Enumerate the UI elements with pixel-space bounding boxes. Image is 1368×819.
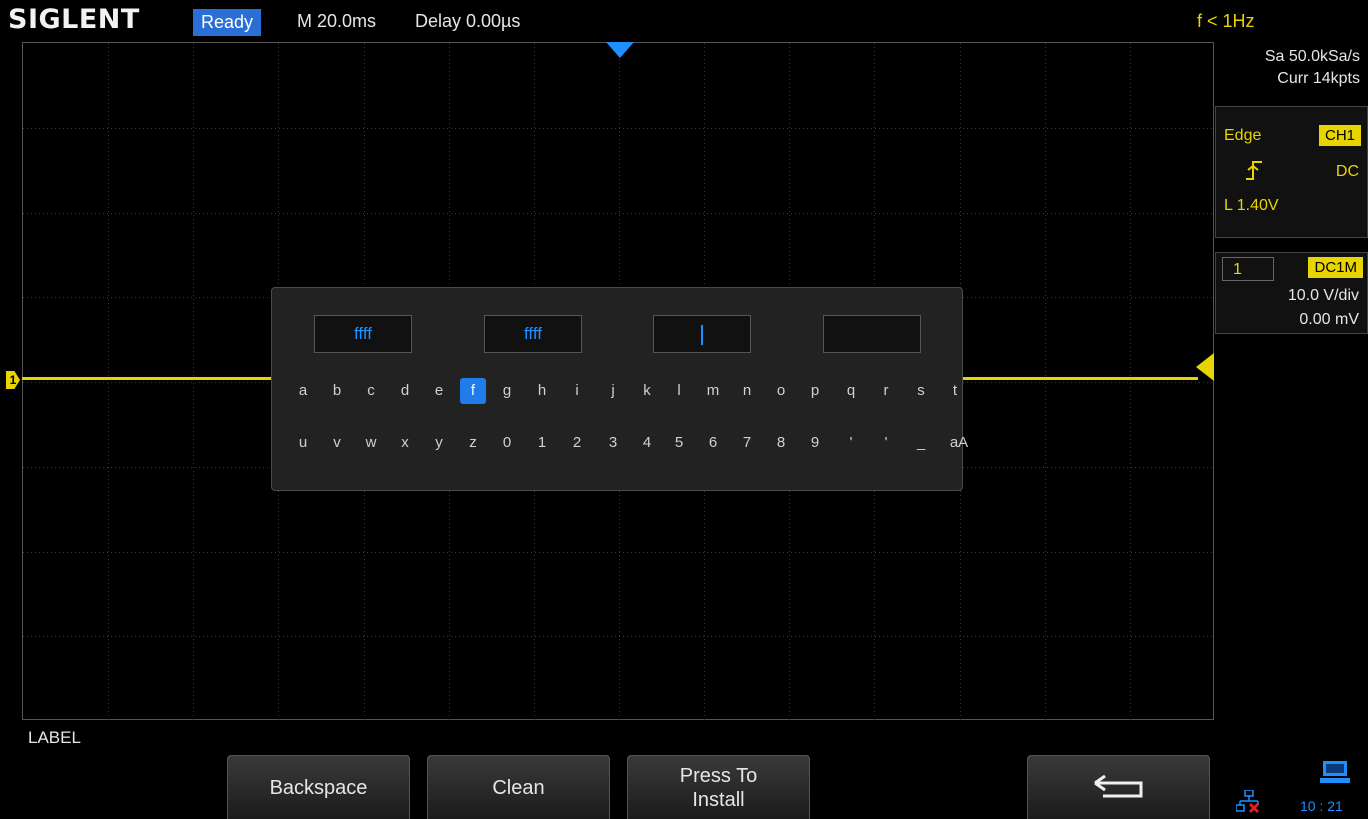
key-underscore[interactable]: _ <box>908 430 934 456</box>
key-q[interactable]: q <box>838 378 864 404</box>
frequency-counter: f < 1Hz <box>1197 11 1255 31</box>
sample-rate: Sa 50.0kSa/s <box>1264 48 1360 65</box>
trigger-info[interactable]: Edge CH1 DC L 1.40V <box>1215 106 1368 238</box>
trigger-type: Edge <box>1224 127 1262 144</box>
pc-connection-icon <box>1320 761 1350 783</box>
key-quote[interactable]: ' <box>873 430 899 456</box>
system-clock: 10 : 21 <box>1300 798 1343 814</box>
key-a[interactable]: a <box>290 378 316 404</box>
key-8[interactable]: 8 <box>768 430 794 456</box>
key-s[interactable]: s <box>908 378 934 404</box>
key-j[interactable]: j <box>600 378 626 404</box>
trigger-level-marker[interactable] <box>1196 353 1214 381</box>
key-1[interactable]: 1 <box>529 430 555 456</box>
trigger-coupling: DC <box>1335 163 1359 180</box>
key-t[interactable]: t <box>942 378 968 404</box>
key-b[interactable]: b <box>324 378 350 404</box>
timebase-readout[interactable]: M 20.0ms <box>297 11 376 32</box>
trigger-level: L 1.40V <box>1224 197 1279 214</box>
key-m[interactable]: m <box>700 378 726 404</box>
key-u[interactable]: u <box>290 430 316 456</box>
key-x[interactable]: x <box>392 430 418 456</box>
acquisition-info[interactable]: Sa 50.0kSa/s Curr 14kpts <box>1215 40 1368 102</box>
return-button[interactable] <box>1027 755 1210 819</box>
key-i[interactable]: i <box>564 378 590 404</box>
key-case-toggle[interactable]: aA <box>942 430 976 456</box>
key-p[interactable]: p <box>802 378 828 404</box>
key-c[interactable]: c <box>358 378 384 404</box>
key-n[interactable]: n <box>734 378 760 404</box>
key-w[interactable]: w <box>358 430 384 456</box>
label-preset-box-4[interactable] <box>823 315 921 353</box>
key-4[interactable]: 4 <box>634 430 660 456</box>
label-preset-box-1[interactable]: ffff <box>314 315 412 353</box>
key-v[interactable]: v <box>324 430 350 456</box>
key-r[interactable]: r <box>873 378 899 404</box>
key-k[interactable]: k <box>634 378 660 404</box>
volts-per-div: 10.0 V/div <box>1287 287 1359 304</box>
key-quote[interactable]: ' <box>838 430 864 456</box>
key-7[interactable]: 7 <box>734 430 760 456</box>
label-preset-box-2[interactable]: ffff <box>484 315 582 353</box>
backspace-button[interactable]: Backspace <box>227 755 410 819</box>
key-z[interactable]: z <box>460 430 486 456</box>
channel-number: 1 <box>1222 257 1274 281</box>
channel-1-info[interactable]: 1 DC1M 10.0 V/div 0.00 mV <box>1215 252 1368 334</box>
top-status-bar: SIGLENT Ready M 20.0ms Delay 0.00µs f < … <box>0 0 1368 40</box>
text-cursor <box>701 324 703 345</box>
key-y[interactable]: y <box>426 430 452 456</box>
return-arrow-icon <box>1093 774 1142 797</box>
label-input-box[interactable] <box>653 315 751 353</box>
label-keyboard-dialog: ffff ffff abcdefghijklmnopqrst uvwxyz012… <box>271 287 968 491</box>
key-0[interactable]: 0 <box>494 430 520 456</box>
delay-readout[interactable]: Delay 0.00µs <box>415 11 520 32</box>
acquisition-status-badge: Ready <box>193 9 262 36</box>
channel-coupling-badge: DC1M <box>1308 257 1363 278</box>
channel-1-offset-marker[interactable]: 1 <box>6 371 20 389</box>
key-e[interactable]: e <box>426 378 452 404</box>
key-l[interactable]: l <box>666 378 692 404</box>
key-5[interactable]: 5 <box>666 430 692 456</box>
channel-offset: 0.00 mV <box>1299 311 1359 328</box>
trigger-source-badge: CH1 <box>1318 125 1361 146</box>
key-2[interactable]: 2 <box>564 430 590 456</box>
key-f[interactable]: f <box>460 378 486 404</box>
key-3[interactable]: 3 <box>600 430 626 456</box>
key-g[interactable]: g <box>494 378 520 404</box>
key-o[interactable]: o <box>768 378 794 404</box>
key-6[interactable]: 6 <box>700 430 726 456</box>
key-d[interactable]: d <box>392 378 418 404</box>
brand-logo: SIGLENT <box>8 4 140 35</box>
menu-title: LABEL <box>28 728 81 747</box>
network-disconnected-icon <box>1236 790 1260 814</box>
install-label-line-1: Press To <box>679 764 758 787</box>
rising-edge-icon <box>1244 159 1264 187</box>
press-to-install-button[interactable]: Press To Install <box>627 755 810 819</box>
install-label-line-2: Install <box>692 788 745 811</box>
clean-button[interactable]: Clean <box>427 755 610 819</box>
key-h[interactable]: h <box>529 378 555 404</box>
trigger-position-marker[interactable] <box>606 42 634 58</box>
memory-depth: Curr 14kpts <box>1277 70 1360 87</box>
key-9[interactable]: 9 <box>802 430 828 456</box>
